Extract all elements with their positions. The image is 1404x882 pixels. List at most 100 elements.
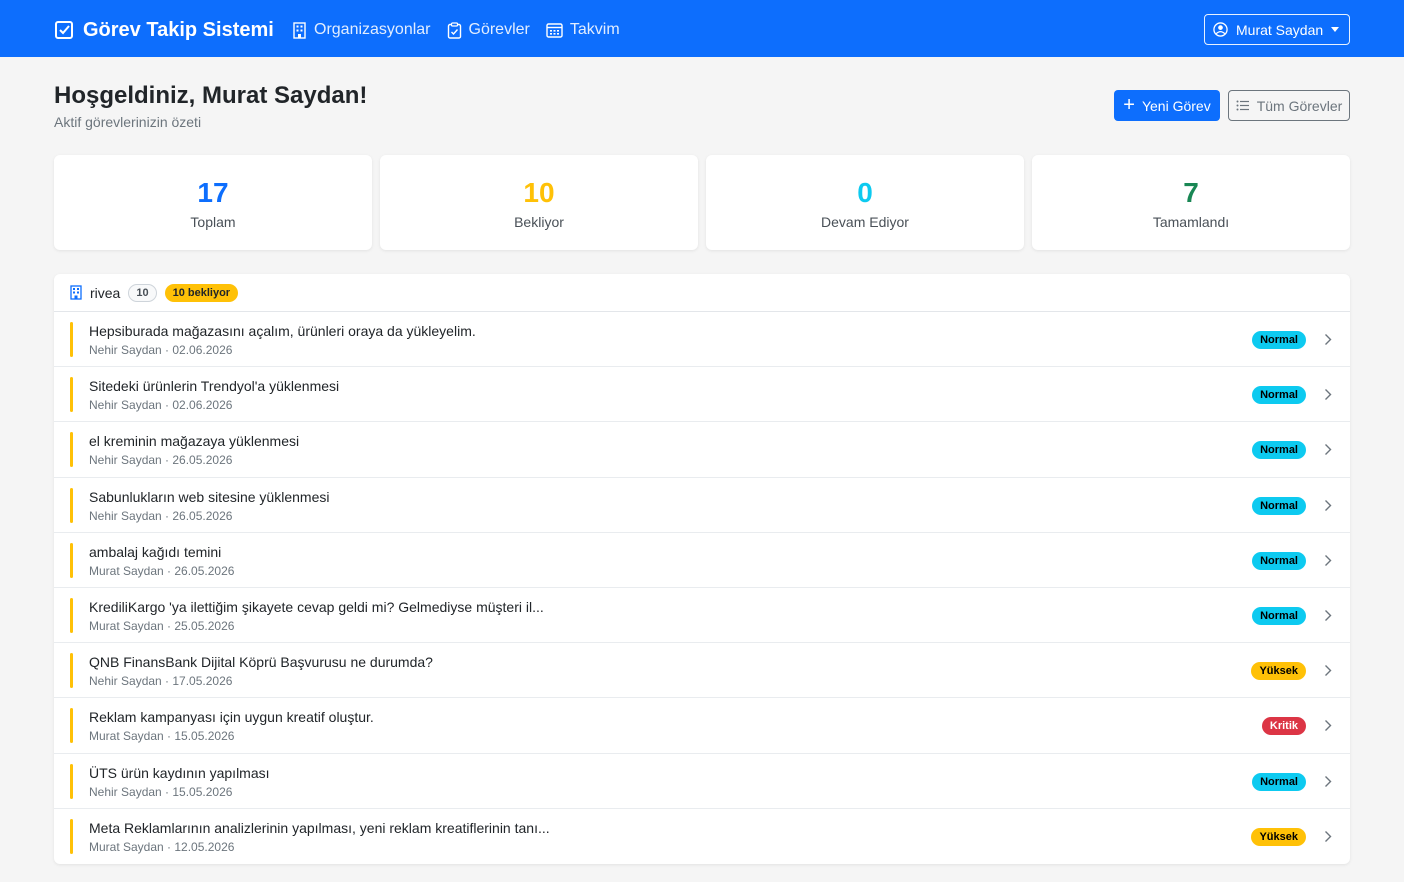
task-row[interactable]: KrediliKargo 'ya ilettiğim şikayete ceva…	[54, 588, 1350, 644]
chevron-right-icon	[1325, 830, 1332, 842]
organization-header: rivea 10 10 bekliyor	[54, 274, 1350, 312]
task-row[interactable]: Hepsiburada mağazasını açalım, ürünleri …	[54, 312, 1350, 368]
task-meta: Nehir Saydan · 26.05.2026	[89, 508, 233, 523]
all-tasks-label: Tüm Görevler	[1256, 97, 1343, 114]
task-row[interactable]: Sitedeki ürünlerin Trendyol'a yüklenmesi…	[54, 367, 1350, 423]
priority-badge: Yüksek	[1251, 662, 1306, 681]
status-bar	[70, 818, 73, 854]
user-menu-button[interactable]: Murat Saydan	[1204, 14, 1350, 45]
page-title: Hoşgeldiniz, Murat Saydan!	[54, 82, 368, 109]
task-row[interactable]: el kreminin mağazaya yüklenmesi Nehir Say…	[54, 422, 1350, 478]
task-meta: Murat Saydan · 25.05.2026	[89, 618, 235, 633]
stat-value: 7	[1183, 177, 1199, 208]
task-title: Hepsiburada mağazasını açalım, ürünleri …	[89, 323, 476, 339]
stat-label: Toplam	[190, 214, 236, 230]
task-title: KrediliKargo 'ya ilettiğim şikayete ceva…	[89, 598, 544, 615]
task-meta: Nehir Saydan · 17.05.2026	[89, 674, 233, 689]
user-name: Murat Saydan	[1236, 21, 1324, 38]
stat-label: Bekliyor	[514, 214, 564, 230]
task-meta: Nehir Saydan · 02.06.2026	[89, 398, 233, 413]
nav-calendar-label: Takvim	[569, 21, 620, 38]
user-circle-icon	[1213, 22, 1228, 37]
status-bar	[70, 763, 73, 799]
priority-badge: Normal	[1252, 441, 1306, 460]
task-meta: Murat Saydan · 26.05.2026	[89, 563, 235, 578]
task-meta: Murat Saydan · 15.05.2026	[89, 729, 235, 744]
calendar-icon	[546, 23, 563, 38]
nav-organizations[interactable]: Organizasyonlar	[292, 21, 431, 39]
priority-badge: Normal	[1252, 551, 1306, 570]
status-bar	[70, 597, 73, 633]
chevron-right-icon	[1325, 554, 1332, 566]
stat-card-in-progress: 0 Devam Ediyor	[706, 155, 1024, 250]
task-meta: Nehir Saydan · 26.05.2026	[89, 453, 233, 468]
chevron-right-icon	[1325, 444, 1332, 456]
chevron-right-icon	[1325, 665, 1332, 677]
task-title: Meta Reklamlarının analizlerinin yapılma…	[89, 819, 550, 836]
task-list: Hepsiburada mağazasını açalım, ürünleri …	[54, 312, 1350, 864]
stat-value: 10	[523, 177, 555, 208]
task-title: Sabunlukların web sitesine yüklenmesi	[89, 488, 330, 505]
building-icon	[70, 285, 82, 300]
stat-label: Devam Ediyor	[821, 214, 909, 230]
all-tasks-button[interactable]: Tüm Görevler	[1228, 90, 1350, 121]
status-bar	[70, 487, 73, 523]
list-icon	[1236, 100, 1249, 111]
chevron-right-icon	[1325, 499, 1332, 511]
task-row[interactable]: Reklam kampanyası için uygun kreatif olu…	[54, 698, 1350, 754]
new-task-label: Yeni Görev	[1141, 97, 1211, 114]
stat-value: 17	[197, 177, 229, 208]
task-title: el kreminin mağazaya yüklenmesi	[89, 433, 300, 450]
status-bar	[70, 653, 73, 689]
priority-badge: Normal	[1252, 606, 1306, 625]
task-row[interactable]: QNB FinansBank Dijital Köprü Başvurusu n…	[54, 643, 1350, 699]
task-title: QNB FinansBank Dijital Köprü Başvurusu n…	[89, 654, 433, 671]
chevron-right-icon	[1325, 720, 1332, 732]
stat-card-completed: 7 Tamamlandı	[1032, 155, 1350, 250]
task-row[interactable]: ÜTS ürün kaydının yapılması Nehir Saydan …	[54, 754, 1350, 809]
stat-card-total: 17 Toplam	[54, 155, 372, 250]
chevron-down-icon	[1331, 27, 1339, 32]
task-row[interactable]: Meta Reklamlarının analizlerinin yapılma…	[54, 809, 1350, 864]
task-meta: Murat Saydan · 12.05.2026	[89, 839, 235, 854]
check-square-icon	[55, 21, 73, 39]
organization-name: rivea	[90, 284, 121, 301]
priority-badge: Normal	[1252, 331, 1306, 349]
priority-badge: Kritik	[1261, 717, 1306, 736]
task-meta: Nehir Saydan · 15.05.2026	[89, 784, 233, 799]
task-title: Reklam kampanyası için uygun kreatif olu…	[89, 709, 374, 726]
page-subtitle: Aktif görevlerinizin özeti	[54, 114, 202, 130]
organization-task-card: rivea 10 10 bekliyor Hepsiburada mağazas…	[54, 274, 1350, 864]
task-row[interactable]: Sabunlukların web sitesine yüklenmesi Neh…	[54, 478, 1350, 533]
nav-tasks-label: Görevler	[468, 21, 530, 38]
task-row[interactable]: ambalaj kağıdı temini Murat Saydan · 26.0…	[54, 533, 1350, 588]
task-title: ÜTS ürün kaydının yapılması	[89, 764, 270, 781]
chevron-right-icon	[1325, 334, 1332, 345]
nav-calendar[interactable]: Takvim	[546, 21, 620, 39]
status-bar	[70, 708, 73, 744]
waiting-badge: 10 bekliyor	[164, 283, 239, 302]
stat-card-waiting: 10 Bekliyor	[380, 155, 698, 250]
stat-value: 0	[857, 177, 873, 208]
chevron-right-icon	[1325, 775, 1332, 787]
priority-badge: Normal	[1252, 772, 1306, 791]
plus-icon: +	[1123, 93, 1135, 116]
new-task-button[interactable]: + Yeni Görev	[1114, 90, 1220, 121]
priority-badge: Normal	[1252, 496, 1306, 515]
building-icon	[293, 21, 306, 39]
task-title: ambalaj kağıdı temini	[89, 543, 222, 560]
task-count-badge: 10	[128, 283, 157, 302]
nav-organizations-label: Organizasyonlar	[314, 21, 431, 38]
chevron-right-icon	[1325, 609, 1332, 621]
status-bar	[70, 377, 73, 413]
brand-title: Görev Takip Sistemi	[83, 18, 274, 41]
clipboard-check-icon	[447, 21, 461, 39]
nav-tasks[interactable]: Görevler	[447, 21, 530, 39]
priority-badge: Normal	[1252, 386, 1306, 405]
priority-badge: Yüksek	[1251, 827, 1306, 846]
top-navbar: Görev Takip Sistemi Organizasyonlar Göre…	[0, 0, 1404, 57]
stat-label: Tamamlandı	[1152, 214, 1230, 230]
status-bar	[70, 542, 73, 578]
status-bar	[70, 322, 73, 357]
brand-link[interactable]: Görev Takip Sistemi	[54, 16, 274, 44]
